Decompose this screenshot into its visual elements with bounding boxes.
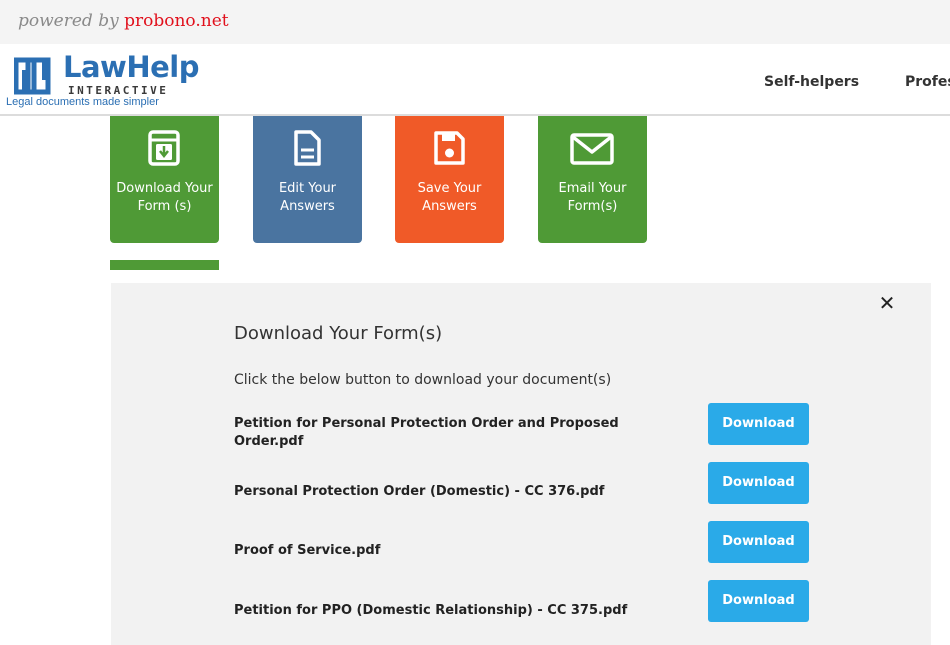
powered-by-bar: powered by probono.net: [0, 0, 950, 44]
nav-self-helpers[interactable]: Self-helpers: [764, 74, 859, 90]
document-name: Personal Protection Order (Domestic) - C…: [234, 484, 605, 499]
email-form-tile[interactable]: Email Your Form(s): [538, 116, 647, 243]
panel-instructions: Click the below button to download your …: [234, 372, 612, 388]
logo-help-text: Help: [126, 50, 199, 84]
powered-by-prefix: powered by: [18, 11, 119, 31]
logo-tagline: Legal documents made simpler: [6, 96, 159, 108]
email-form-tile-label: Email Your Form(s): [558, 181, 627, 214]
download-button[interactable]: Download: [708, 403, 809, 445]
site-header: LawHelp INTERACTIVE Legal documents made…: [0, 44, 950, 116]
document-name: Petition for PPO (Domestic Relationship)…: [234, 603, 628, 618]
document-row: Personal Protection Order (Domestic) - C…: [111, 462, 931, 506]
envelope-icon: [570, 133, 614, 165]
document-row: Petition for PPO (Domestic Relationship)…: [111, 580, 931, 624]
download-button[interactable]: Download: [708, 521, 809, 563]
powered-by-text: powered by probono.net: [18, 11, 229, 31]
download-box-icon: [148, 130, 180, 166]
document-row: Petition for Personal Protection Order a…: [111, 403, 931, 449]
active-tile-indicator: [110, 260, 219, 270]
floppy-disk-icon: [434, 131, 465, 165]
action-tiles: Download Your Form (s) Edit Your Answers…: [0, 116, 950, 276]
logo-wordmark: LawHelp: [63, 50, 199, 84]
edit-answers-tile-label: Edit Your Answers: [278, 181, 337, 214]
lawhelp-logo[interactable]: LawHelp INTERACTIVE Legal documents made…: [6, 50, 206, 111]
edit-answers-tile[interactable]: Edit Your Answers: [253, 116, 362, 243]
save-answers-tile-label: Save Your Answers: [417, 181, 482, 214]
document-name: Proof of Service.pdf: [234, 543, 381, 558]
save-answers-tile[interactable]: Save Your Answers: [395, 116, 504, 243]
logo-law-text: Law: [63, 50, 127, 84]
panel-title: Download Your Form(s): [234, 323, 443, 344]
download-panel: ✕ Download Your Form(s) Click the below …: [111, 283, 931, 645]
document-name: Petition for Personal Protection Order a…: [234, 416, 619, 449]
download-button[interactable]: Download: [708, 462, 809, 504]
download-button[interactable]: Download: [708, 580, 809, 622]
download-form-tile-label: Download Your Form (s): [116, 181, 213, 214]
nav-professionals[interactable]: Profes: [905, 74, 950, 90]
close-icon[interactable]: ✕: [875, 291, 899, 315]
lawhelp-logo-mark-icon: [14, 57, 51, 95]
download-form-tile[interactable]: Download Your Form (s): [110, 116, 219, 243]
document-row: Proof of Service.pdf Download: [111, 521, 931, 565]
probono-link[interactable]: probono.net: [124, 11, 229, 31]
document-icon: [294, 130, 321, 166]
